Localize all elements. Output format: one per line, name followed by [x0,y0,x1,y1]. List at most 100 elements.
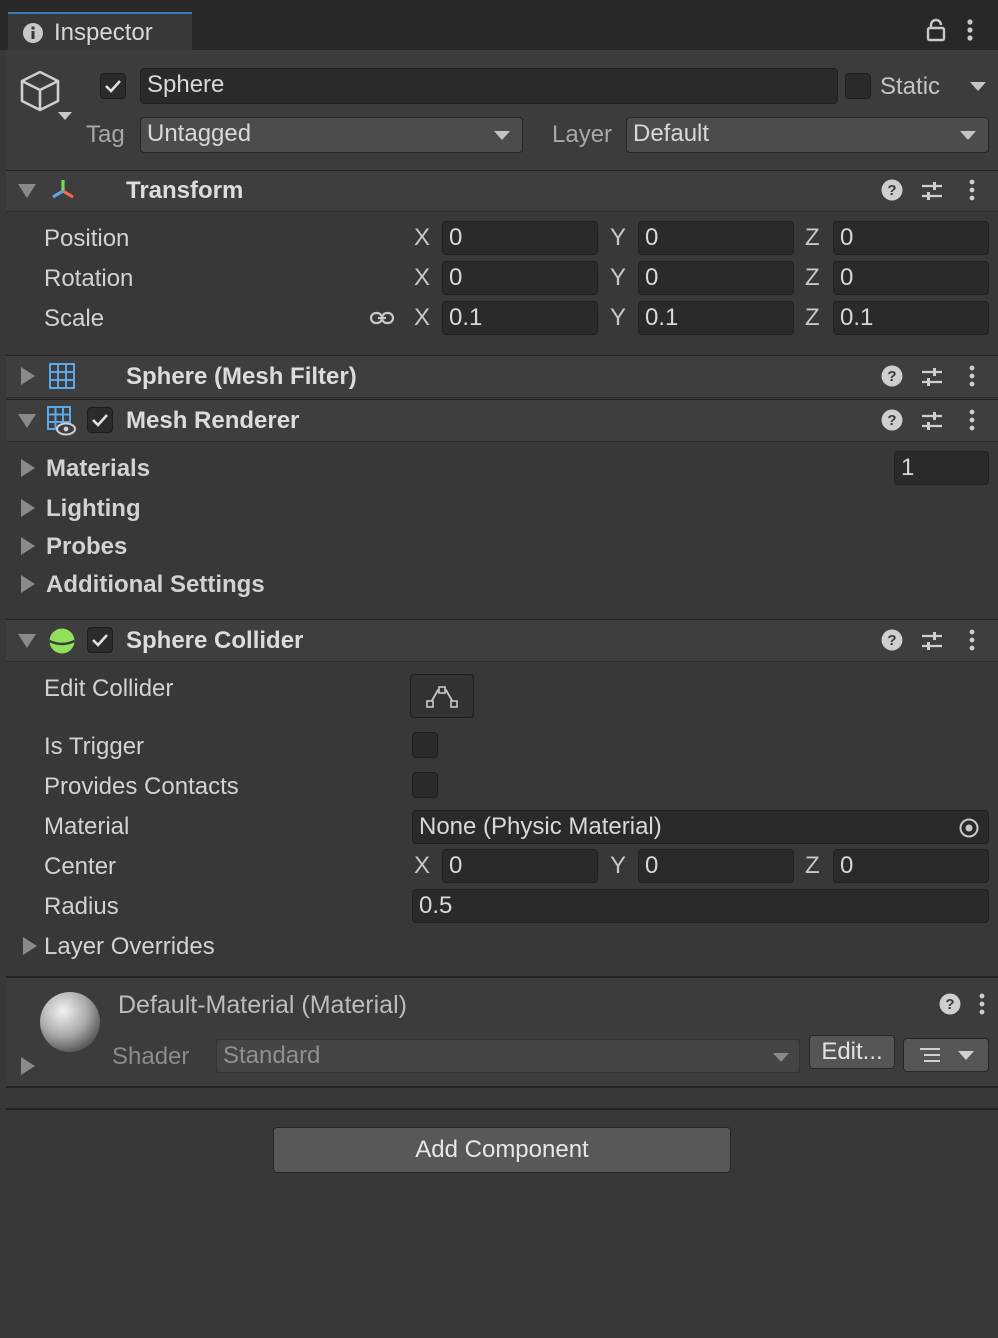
link-icon[interactable] [369,308,395,328]
chevron-down-icon [960,131,976,140]
axis-y: Y [610,852,627,879]
axis-z: Z [805,852,820,879]
sphere-collider-icon [48,628,76,654]
tag-dropdown[interactable]: Untagged [140,117,523,153]
foldout-collapsed-icon[interactable] [21,459,35,477]
component-menu-icon[interactable] [964,628,980,654]
preset-sliders-icon[interactable] [920,409,944,433]
layer-dropdown[interactable]: Default [626,117,989,153]
preset-sliders-icon[interactable] [920,179,944,203]
shader-value: Standard [223,1042,321,1069]
rotation-z-field[interactable]: 0 [833,261,989,295]
additional-settings-foldout[interactable]: Additional Settings [46,570,265,600]
list-icon [920,1048,940,1062]
axis-z: Z [805,224,820,251]
foldout-collapsed-icon[interactable] [23,937,37,955]
material-title: Default-Material (Material) [118,991,407,1019]
component-menu-icon[interactable] [964,364,980,390]
foldout-expanded-icon[interactable] [18,414,36,428]
mesh-renderer-enabled-checkbox[interactable] [87,407,113,433]
foldout-collapsed-icon[interactable] [21,499,35,517]
help-icon[interactable]: ? [881,179,903,201]
svg-text:?: ? [887,182,896,199]
chevron-down-icon [494,131,510,140]
divider [6,1108,998,1110]
layer-label: Layer [552,121,613,148]
axis-x: X [414,304,431,331]
lighting-foldout[interactable]: Lighting [46,494,141,524]
position-y-field[interactable]: 0 [638,221,794,255]
mesh-renderer-icon [47,406,76,436]
foldout-collapsed-icon[interactable] [21,1057,35,1075]
tab-inspector[interactable]: Inspector [8,12,192,52]
lock-icon[interactable] [926,18,946,42]
position-label: Position [44,225,130,252]
layer-value: Default [633,120,710,147]
shader-dropdown[interactable]: Standard [216,1039,800,1073]
radius-field[interactable]: 0.5 [412,889,989,923]
kebab-menu-icon[interactable] [962,18,978,44]
add-component-button[interactable]: Add Component [273,1127,731,1173]
static-dropdown-arrow[interactable] [970,82,986,91]
preset-sliders-icon[interactable] [920,365,944,389]
axis-x: X [414,224,431,251]
physic-material-field[interactable]: None (Physic Material) [412,810,989,844]
material-preview-sphere [40,992,100,1052]
scale-z-field[interactable]: 0.1 [833,301,989,335]
component-menu-icon[interactable] [964,408,980,434]
transform-icon [52,180,74,199]
help-icon[interactable]: ? [881,365,903,387]
foldout-collapsed-icon[interactable] [21,367,35,385]
preset-sliders-icon[interactable] [920,629,944,653]
edit-collider-label: Edit Collider [44,675,174,702]
chevron-down-icon [773,1053,789,1062]
gameobject-name-field[interactable]: Sphere [140,68,838,104]
help-icon[interactable]: ? [939,993,961,1015]
mesh-renderer-title: Mesh Renderer [126,407,300,434]
rotation-y-field[interactable]: 0 [638,261,794,295]
scale-label: Scale [44,305,105,332]
rotation-x-field[interactable]: 0 [442,261,598,295]
is-trigger-checkbox[interactable] [412,732,438,758]
static-checkbox[interactable] [845,73,871,99]
provides-contacts-checkbox[interactable] [412,772,438,798]
position-x-field[interactable]: 0 [442,221,598,255]
foldout-collapsed-icon[interactable] [21,537,35,555]
materials-foldout[interactable]: Materials [46,454,150,484]
scale-y-field[interactable]: 0.1 [638,301,794,335]
object-picker-icon[interactable] [958,817,980,839]
help-icon[interactable]: ? [881,629,903,651]
gameobject-active-checkbox[interactable] [100,73,126,99]
center-z-field[interactable]: 0 [833,849,989,883]
position-z-field[interactable]: 0 [833,221,989,255]
center-y-field[interactable]: 0 [638,849,794,883]
sphere-collider-enabled-checkbox[interactable] [87,627,113,653]
tag-label: Tag [86,121,125,148]
probes-foldout[interactable]: Probes [46,532,127,562]
axis-y: Y [610,264,627,291]
mesh-filter-title: Sphere (Mesh Filter) [126,363,357,390]
shader-label: Shader [112,1043,190,1070]
edit-shader-button[interactable]: Edit... [809,1035,895,1069]
center-x-field[interactable]: 0 [442,849,598,883]
foldout-collapsed-icon[interactable] [21,575,35,593]
material-menu-icon[interactable] [974,992,990,1018]
checkmark-icon [92,634,108,647]
center-label: Center [44,853,117,880]
svg-text:?: ? [887,632,896,649]
svg-text:?: ? [887,368,896,385]
materials-count-field[interactable]: 1 [894,451,989,485]
layer-overrides-foldout[interactable]: Layer Overrides [44,932,215,962]
foldout-expanded-icon[interactable] [18,184,36,198]
divider [6,1086,998,1088]
help-icon[interactable]: ? [881,409,903,431]
checkmark-icon [105,80,121,93]
cube-icon[interactable] [18,68,74,124]
scale-x-field[interactable]: 0.1 [442,301,598,335]
edit-collider-button[interactable] [410,674,474,718]
shader-options-button[interactable] [903,1038,989,1072]
component-menu-icon[interactable] [964,178,980,204]
mesh-filter-icon [49,363,75,389]
foldout-expanded-icon[interactable] [18,634,36,648]
radius-label: Radius [44,893,119,920]
